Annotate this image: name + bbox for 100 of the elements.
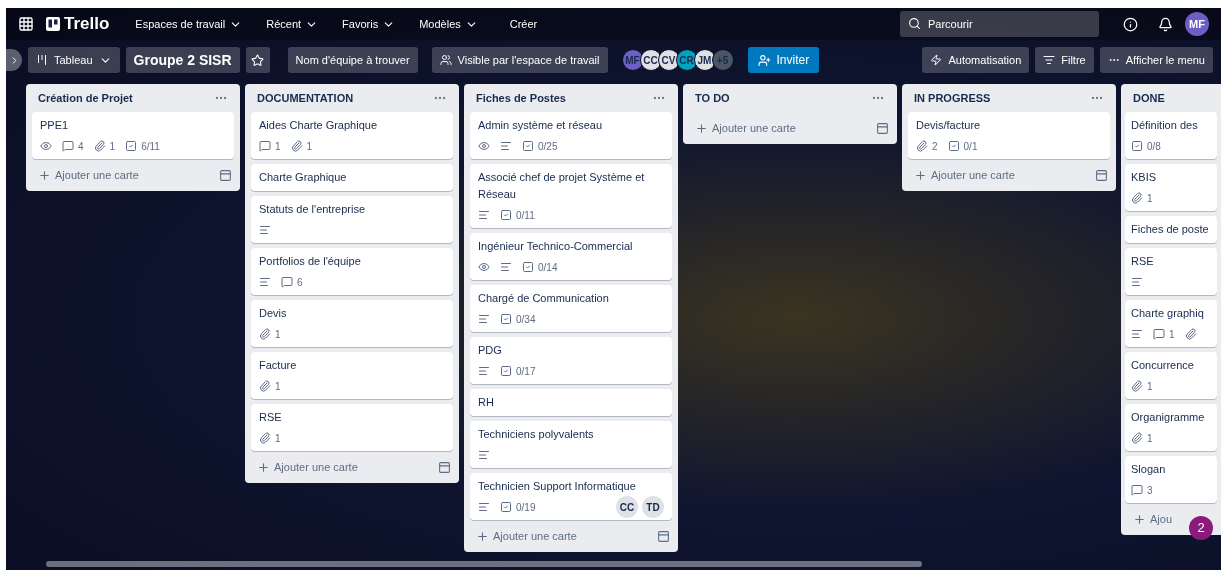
- template-icon[interactable]: [1095, 168, 1108, 182]
- add-card-button[interactable]: Ajouter une carte: [253, 458, 362, 476]
- template-icon[interactable]: [438, 460, 451, 474]
- list-title[interactable]: DOCUMENTATION: [257, 89, 354, 107]
- bell-icon[interactable]: [1158, 16, 1173, 32]
- filter-button[interactable]: Filtre: [1035, 47, 1094, 73]
- add-card-button[interactable]: Ajouter une carte: [910, 166, 1019, 184]
- member-avatar[interactable]: CC: [639, 49, 662, 71]
- list-title[interactable]: IN PROGRESS: [914, 89, 991, 107]
- list-title[interactable]: TO DO: [695, 89, 730, 107]
- view-switcher[interactable]: Tableau: [28, 47, 120, 73]
- add-person-icon: [757, 53, 771, 67]
- card[interactable]: Aides Charte Graphique 1 1: [251, 112, 453, 159]
- add-card-button[interactable]: Ajouter une carte: [472, 527, 581, 545]
- card-title: RSE: [1131, 254, 1155, 269]
- badge-count: 1: [275, 431, 281, 446]
- card[interactable]: Concurrence 1: [1125, 352, 1217, 399]
- badge-count: 1: [275, 327, 281, 342]
- badge-count: 0/17: [516, 364, 536, 379]
- card[interactable]: Associé chef de projet Système et Réseau 0/11: [470, 164, 672, 228]
- member-avatar[interactable]: JM: [693, 49, 716, 71]
- card[interactable]: KBIS 1: [1125, 164, 1217, 211]
- card[interactable]: Facture 1: [251, 352, 453, 399]
- speech-bubble-icon: [1153, 328, 1165, 340]
- template-icon[interactable]: [876, 121, 889, 135]
- checkbox-icon: [522, 261, 534, 273]
- badge-count: 1: [306, 139, 313, 154]
- plus-icon: [914, 168, 927, 182]
- card[interactable]: Charte Graphique: [251, 164, 453, 191]
- card[interactable]: Technicien Support Informatique 0/19 CC TD: [470, 473, 672, 520]
- add-card-button[interactable]: Ajouter une carte: [34, 166, 143, 184]
- text-lines-icon: [478, 209, 490, 221]
- text-lines-icon: [478, 501, 490, 513]
- paperclip-icon: [93, 140, 106, 152]
- list-title[interactable]: Création de Projet: [38, 89, 133, 107]
- card[interactable]: Organigramme 1: [1125, 404, 1217, 451]
- member-avatar[interactable]: CC: [616, 496, 638, 518]
- text-lines-icon: [478, 449, 490, 461]
- user-avatar[interactable]: MF: [1185, 12, 1209, 36]
- card[interactable]: Portfolios de l'équipe 6: [251, 248, 453, 295]
- template-icon[interactable]: [657, 529, 670, 543]
- card[interactable]: PPE1 4 1 6/11: [32, 112, 234, 159]
- card[interactable]: PDG 0/17: [470, 337, 672, 384]
- filter-icon: [1043, 54, 1056, 66]
- board-title[interactable]: Groupe 2 SISR: [125, 47, 240, 73]
- member-avatar[interactable]: CR: [675, 49, 698, 71]
- card[interactable]: Statuts de l'entreprise: [251, 196, 453, 243]
- nav-menu[interactable]: Modèles: [409, 10, 488, 38]
- notification-badge[interactable]: 2: [1189, 516, 1213, 540]
- badge-count: 1: [1169, 327, 1175, 342]
- plus-icon: [257, 460, 270, 474]
- plus-icon: [1133, 512, 1146, 526]
- badge-count: 0/8: [1147, 139, 1161, 154]
- card-title: Concurrence: [1131, 358, 1195, 373]
- list-title[interactable]: Fiches de Postes: [476, 89, 566, 107]
- nav-menu[interactable]: Récent: [256, 10, 329, 38]
- add-card-button[interactable]: Ajou: [1129, 510, 1177, 528]
- automation-button[interactable]: Automatisation: [922, 47, 1030, 73]
- card-title: KBIS: [1131, 170, 1158, 185]
- card[interactable]: Ingénieur Technico-Commercial 0/14: [470, 233, 672, 280]
- nav-menu[interactable]: Créer: [499, 10, 548, 38]
- card[interactable]: Chargé de Communication 0/34: [470, 285, 672, 332]
- info-icon[interactable]: [1123, 16, 1138, 32]
- star-button[interactable]: [245, 47, 270, 73]
- invite-button[interactable]: Inviter: [747, 47, 820, 73]
- horizontal-scrollbar[interactable]: [46, 561, 922, 567]
- card[interactable]: Slogan 3: [1125, 456, 1217, 503]
- member-avatar[interactable]: CV: [657, 49, 680, 71]
- card[interactable]: Devis 1: [251, 300, 453, 347]
- sidebar-toggle-button[interactable]: [6, 49, 22, 71]
- card-title: RH: [478, 395, 495, 410]
- card[interactable]: Devis/facture 2 0/1: [908, 112, 1110, 159]
- nav-menu[interactable]: Favoris: [332, 10, 406, 38]
- card[interactable]: Admin système et réseau 0/25: [470, 112, 672, 159]
- team-button[interactable]: Nom d'équipe à trouver: [287, 47, 418, 73]
- visibility-button[interactable]: Visible par l'espace de travail: [431, 47, 608, 73]
- apps-grid-icon[interactable]: [18, 16, 34, 32]
- show-menu-button[interactable]: Afficher le menu: [1099, 47, 1213, 73]
- card[interactable]: Fiches de poste: [1125, 216, 1217, 243]
- list-title[interactable]: DONE: [1133, 89, 1165, 107]
- badge-count: 1: [1147, 379, 1153, 394]
- card[interactable]: RSE: [1125, 248, 1217, 295]
- card[interactable]: Techniciens polyvalents: [470, 421, 672, 468]
- plus-icon: [38, 168, 51, 182]
- template-icon[interactable]: [219, 168, 232, 182]
- card-title: Slogan: [1131, 462, 1167, 477]
- search-icon: [908, 17, 921, 30]
- member-avatar[interactable]: TD: [642, 496, 664, 518]
- checkbox-icon: [500, 313, 512, 325]
- card[interactable]: Charte graphiq 1: [1125, 300, 1217, 347]
- badge-count: 1: [1147, 431, 1153, 446]
- nav-menu[interactable]: Espaces de travail: [125, 10, 253, 38]
- badge-count: 1: [275, 139, 281, 154]
- speech-bubble-icon: [281, 276, 293, 288]
- card[interactable]: RH: [470, 389, 672, 416]
- add-card-button[interactable]: Ajouter une carte: [691, 119, 800, 137]
- card-title: Facture: [259, 358, 298, 373]
- app-logo-text[interactable]: Trello: [64, 11, 110, 37]
- card[interactable]: Définition des 0/8: [1125, 112, 1217, 159]
- card[interactable]: RSE 1: [251, 404, 453, 451]
